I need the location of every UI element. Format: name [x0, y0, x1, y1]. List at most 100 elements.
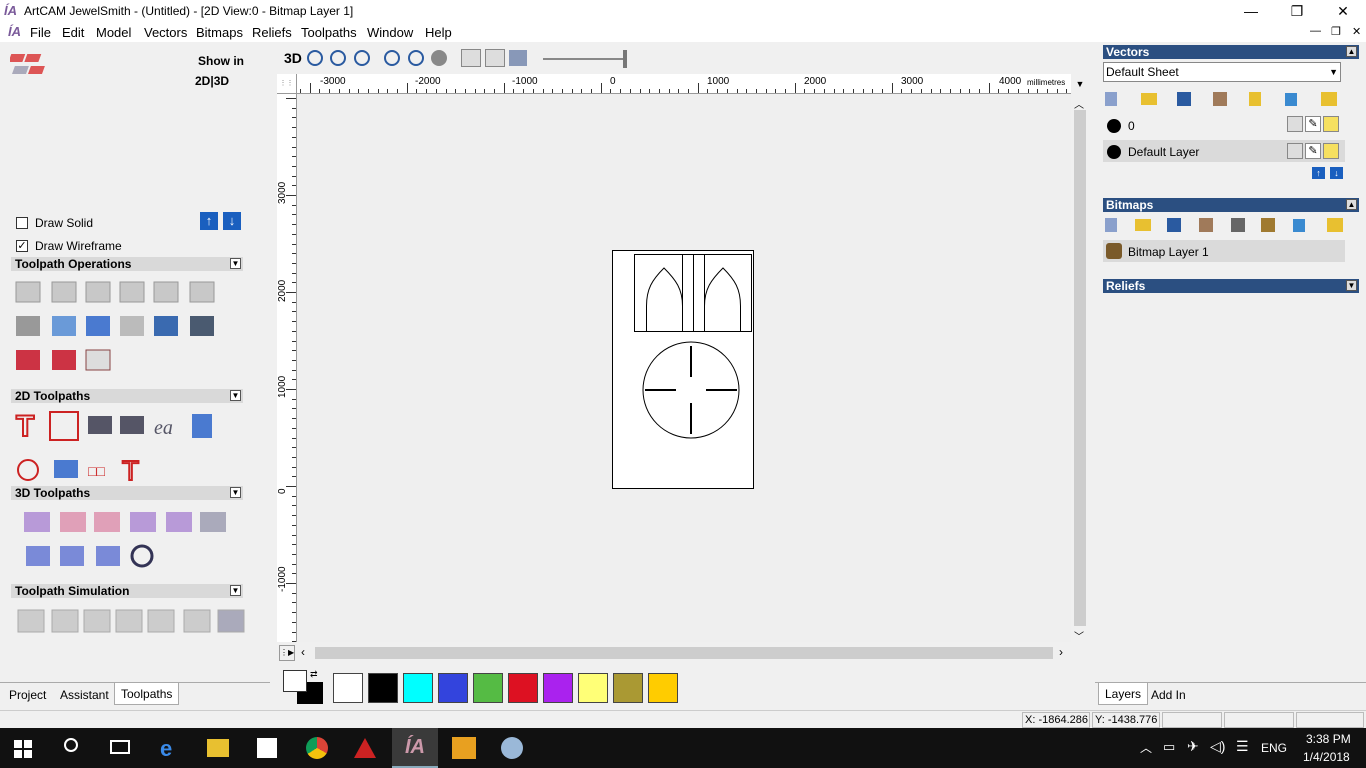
- collapse-icon[interactable]: ▲: [1346, 199, 1357, 210]
- mdi-close-button[interactable]: ✕: [1352, 25, 1361, 38]
- store-icon[interactable]: [257, 738, 277, 758]
- search-icon[interactable]: [64, 738, 78, 752]
- layer-down-button[interactable]: ↓: [1330, 167, 1343, 179]
- scroll-right-arrow[interactable]: ›: [1059, 645, 1063, 659]
- move-down-button[interactable]: ↓: [223, 212, 241, 230]
- zoom-out-icon[interactable]: [330, 50, 346, 66]
- close-button[interactable]: ✕: [1320, 0, 1366, 22]
- zoom-previous-icon[interactable]: [408, 50, 424, 66]
- collapse-icon[interactable]: ▲: [1346, 46, 1357, 57]
- color-swatch[interactable]: [613, 673, 643, 703]
- swap-colors-icon[interactable]: ⇄: [310, 669, 318, 680]
- bitmaps-header[interactable]: Bitmaps ▲: [1103, 198, 1359, 212]
- collapse-icon[interactable]: ▼: [230, 390, 241, 401]
- red-app-icon[interactable]: [354, 738, 376, 758]
- zoom-all-icon[interactable]: [431, 50, 447, 66]
- collapse-icon[interactable]: ▼: [230, 487, 241, 498]
- tab-project[interactable]: Project: [3, 684, 52, 706]
- color-swatch[interactable]: [438, 673, 468, 703]
- color-swatch[interactable]: [578, 673, 608, 703]
- draw-solid-checkbox[interactable]: [16, 217, 28, 229]
- menu-model[interactable]: Model: [96, 25, 131, 40]
- layer-color-dot[interactable]: [1107, 145, 1121, 159]
- layer-up-button[interactable]: ↑: [1312, 167, 1325, 179]
- pen-icon[interactable]: ✎: [1305, 143, 1321, 159]
- zoom-box-icon[interactable]: [384, 50, 400, 66]
- show-in-mode-toggle[interactable]: 2D|3D: [195, 74, 229, 88]
- collapse-icon[interactable]: ▼: [230, 585, 241, 596]
- toolpath-operations-icons[interactable]: [12, 276, 242, 386]
- menu-bitmaps[interactable]: Bitmaps: [196, 25, 243, 40]
- chevron-down-icon[interactable]: ▼: [1329, 63, 1338, 81]
- language-indicator[interactable]: ENG: [1261, 741, 1287, 755]
- menu-help[interactable]: Help: [425, 25, 452, 40]
- mdi-minimize-button[interactable]: —: [1310, 25, 1321, 37]
- layer-row-default[interactable]: Default Layer ✎: [1103, 140, 1345, 162]
- 3d-toolpaths-header[interactable]: 3D Toolpaths ▼: [11, 486, 243, 500]
- maximize-button[interactable]: ❐: [1274, 0, 1320, 22]
- brightness-slider-thumb[interactable]: [623, 50, 627, 68]
- layer-color-dot[interactable]: [1107, 119, 1121, 133]
- file-explorer-icon[interactable]: [207, 739, 229, 757]
- artcam-taskbar-icon[interactable]: ÍA: [392, 728, 438, 768]
- tab-add-in[interactable]: Add In: [1145, 684, 1192, 706]
- airplane-icon[interactable]: ✈: [1187, 738, 1199, 755]
- tab-layers[interactable]: Layers: [1098, 683, 1149, 705]
- color-swatch[interactable]: [368, 673, 398, 703]
- bulb-icon[interactable]: [1323, 143, 1339, 159]
- scroll-left-arrow[interactable]: ‹: [301, 645, 305, 659]
- menu-window[interactable]: Window: [367, 25, 413, 40]
- tab-assistant[interactable]: Assistant: [54, 684, 115, 706]
- lock-icon[interactable]: [1287, 143, 1303, 159]
- tab-toolpaths[interactable]: Toolpaths: [114, 683, 180, 705]
- bitmap-layer-tools[interactable]: [1103, 216, 1353, 236]
- hscroll-expand-button[interactable]: ⋮▶: [279, 645, 295, 661]
- clock-date[interactable]: 1/4/2018: [1303, 750, 1350, 764]
- 2d-toolpaths-header[interactable]: 2D Toolpaths ▼: [11, 389, 243, 403]
- minimize-button[interactable]: —: [1228, 0, 1274, 22]
- network-icon[interactable]: ▭: [1163, 739, 1175, 755]
- lock-icon[interactable]: [1287, 116, 1303, 132]
- menu-reliefs[interactable]: Reliefs: [252, 25, 292, 40]
- simulation-icons[interactable]: [12, 604, 247, 640]
- brightness-slider[interactable]: [543, 58, 625, 60]
- clock-time[interactable]: 3:38 PM: [1306, 732, 1351, 746]
- primary-color-swatch[interactable]: [283, 670, 307, 692]
- 2d-toolpaths-icons[interactable]: T ea □□ T: [12, 406, 242, 486]
- ime-icon[interactable]: ☰: [1236, 738, 1249, 755]
- menu-edit[interactable]: Edit: [62, 25, 84, 40]
- vectors-header[interactable]: Vectors ▲: [1103, 45, 1359, 59]
- zoom-in-icon[interactable]: [307, 50, 323, 66]
- paint-app-icon[interactable]: [501, 737, 523, 759]
- menu-file[interactable]: File: [30, 25, 51, 40]
- ruler-dropdown[interactable]: ▼: [1071, 74, 1089, 94]
- collapse-icon[interactable]: ▼: [1346, 280, 1357, 291]
- task-view-icon[interactable]: [110, 740, 130, 754]
- collapse-icon[interactable]: ▼: [230, 258, 241, 269]
- sheet-select[interactable]: Default Sheet ▼: [1103, 62, 1341, 82]
- menu-toolpaths[interactable]: Toolpaths: [301, 25, 357, 40]
- bitmap-layer-row[interactable]: Bitmap Layer 1: [1103, 240, 1345, 262]
- vector-layer-tools[interactable]: [1103, 90, 1353, 110]
- show-hidden-icons[interactable]: ︿: [1140, 739, 1152, 756]
- export-icon[interactable]: [485, 49, 505, 67]
- toolpath-operations-header[interactable]: Toolpath Operations ▼: [11, 257, 243, 271]
- draw-wireframe-checkbox[interactable]: ✓: [16, 240, 28, 252]
- 3d-toolpaths-icons[interactable]: [12, 506, 242, 576]
- color-swatch[interactable]: [648, 673, 678, 703]
- windows-start-icon[interactable]: [14, 740, 32, 758]
- horizontal-scroll-thumb[interactable]: [315, 647, 1053, 659]
- app-icon-2[interactable]: [452, 737, 476, 759]
- chrome-icon[interactable]: [306, 737, 328, 759]
- scroll-down-arrow[interactable]: ﹀: [1074, 628, 1084, 643]
- zoom-fit-icon[interactable]: [354, 50, 370, 66]
- move-up-button[interactable]: ↑: [200, 212, 218, 230]
- layer-row-0[interactable]: 0 ✎: [1103, 114, 1345, 136]
- volume-icon[interactable]: ◁): [1210, 738, 1225, 755]
- transfer-icon[interactable]: [509, 50, 527, 66]
- toolpath-simulation-header[interactable]: Toolpath Simulation ▼: [11, 584, 243, 598]
- mdi-restore-button[interactable]: ❐: [1331, 25, 1341, 38]
- drawing-canvas[interactable]: [297, 94, 1071, 642]
- reliefs-header[interactable]: Reliefs ▼: [1103, 279, 1359, 293]
- pen-icon[interactable]: ✎: [1305, 116, 1321, 132]
